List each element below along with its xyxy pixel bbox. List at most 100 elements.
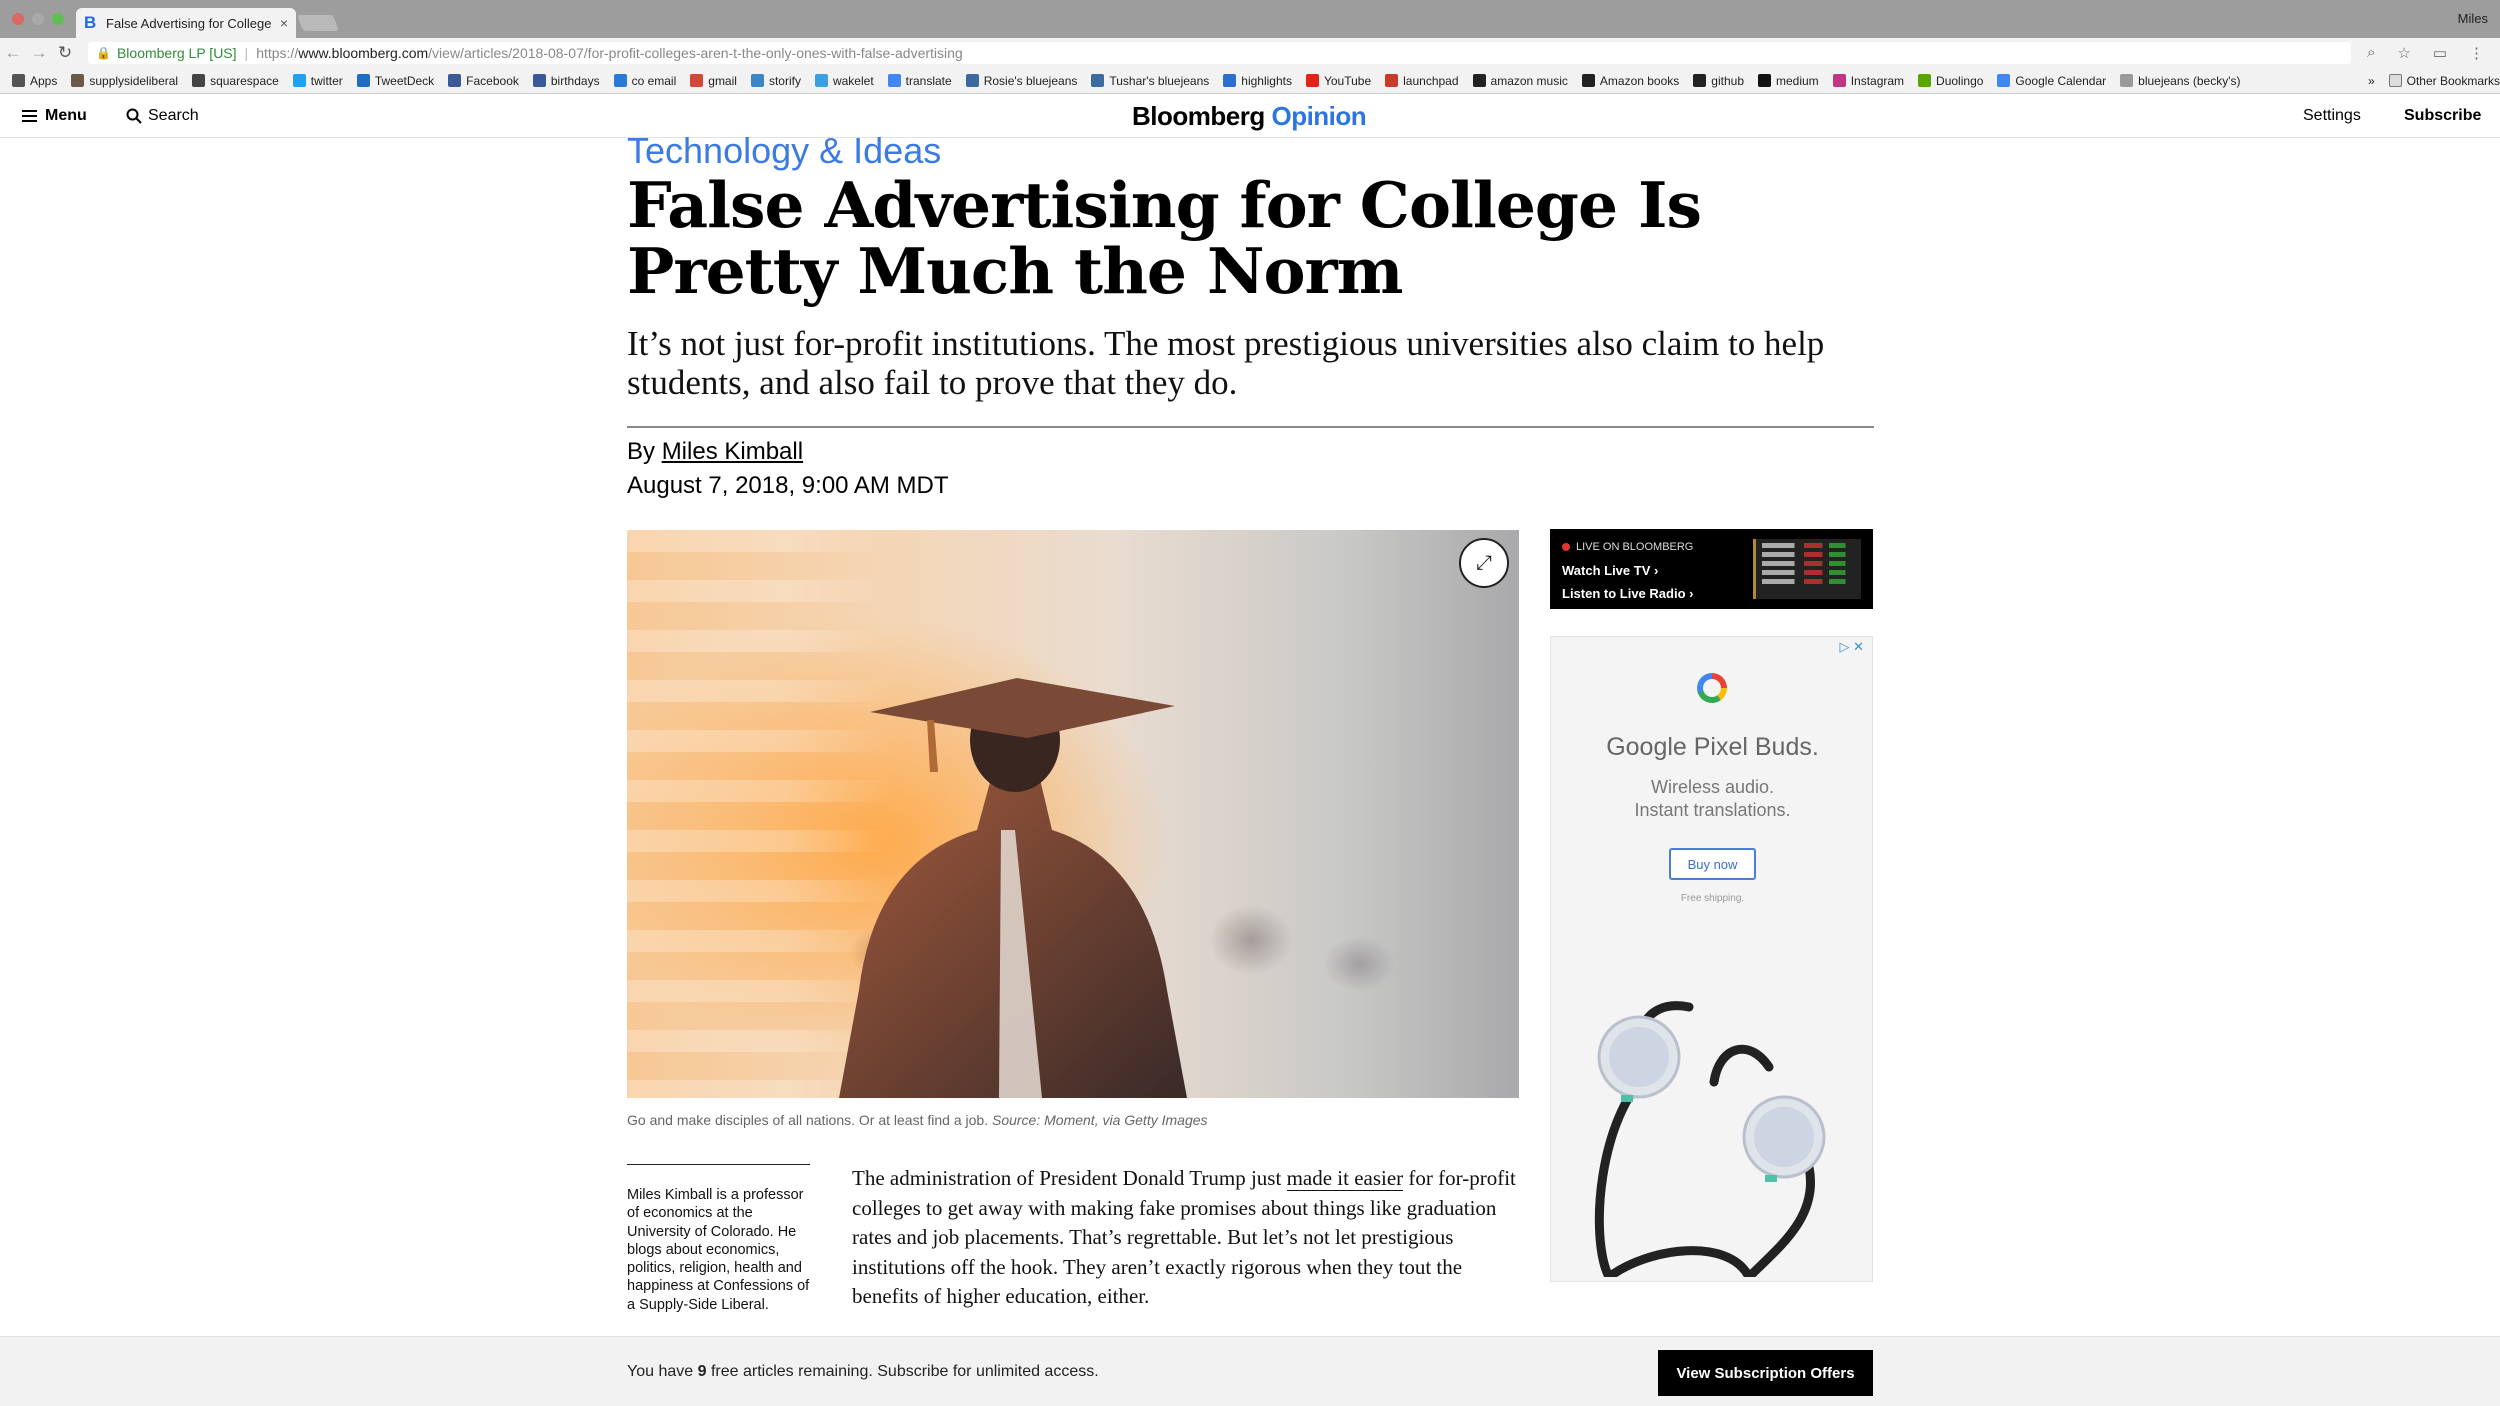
section-label[interactable]: Technology & Ideas — [627, 130, 941, 172]
logo-bloomberg: Bloomberg — [1132, 101, 1265, 131]
bookmark-item[interactable]: birthdays — [532, 74, 600, 88]
ad-subtitle-1: Wireless audio. — [1650, 777, 1775, 797]
advertisement[interactable]: ▷ ✕ Google Pixel Buds. Wireless audio. I… — [1550, 636, 1873, 1282]
bookmark-item[interactable]: gmail — [690, 74, 737, 88]
bookmark-favicon-icon — [12, 74, 25, 87]
menu-button[interactable]: Menu — [22, 107, 87, 125]
bookmark-item[interactable]: launchpad — [1385, 74, 1459, 88]
bookmark-label: squarespace — [210, 73, 279, 88]
site-identity-label: Bloomberg LP [US] — [116, 45, 237, 61]
more-menu-icon[interactable]: ⋮ — [2469, 44, 2484, 62]
caption-source: Source: Moment, via Getty Images — [991, 1112, 1208, 1128]
expand-image-icon[interactable]: ⤢ — [1459, 538, 1509, 588]
free-articles-count: 9 — [697, 1363, 707, 1380]
ad-subtitle-2: Instant translations. — [1634, 800, 1791, 820]
search-icon — [126, 108, 142, 124]
minimize-window-button[interactable] — [32, 13, 44, 25]
author-link[interactable]: Miles Kimball — [662, 438, 803, 465]
bookmark-favicon-icon — [1305, 74, 1319, 87]
back-arrow-icon[interactable]: ← — [0, 43, 26, 63]
watch-live-tv-label: Watch Live TV — [1562, 563, 1651, 578]
hero-image: ⤢ — [627, 530, 1519, 1098]
extension-icon[interactable]: ▭ — [2433, 44, 2447, 62]
bookmark-item[interactable]: Google Calendar — [1997, 74, 2106, 88]
bookmark-item[interactable]: storify — [750, 73, 801, 88]
bookmark-item[interactable]: highlights — [1223, 74, 1292, 88]
bookmark-item[interactable]: Instagram — [1832, 73, 1905, 88]
bookmark-item[interactable]: supplysideliberal — [71, 74, 178, 88]
bookmark-item[interactable]: Rosie's bluejeans — [965, 73, 1078, 88]
zoom-icon[interactable]: ⌕ — [2367, 44, 2375, 62]
live-tv-thumbnail[interactable] — [1753, 539, 1861, 599]
browser-titlebar: B False Advertising for College Is × Mil… — [0, 0, 2500, 38]
bookmark-item[interactable]: TweetDeck — [356, 74, 434, 88]
bookmarks-bar: Apps supplysideliberal squarespace twitter T… — [0, 68, 2500, 94]
author-bio: Miles Kimball is a professor of economic… — [627, 1187, 810, 1313]
paywall-message: You have 9 free articles remaining. Subs… — [627, 1363, 1099, 1381]
paywall-text-before: You have — [627, 1363, 694, 1380]
google-logo-icon — [1697, 673, 1727, 703]
settings-link[interactable]: Settings — [2303, 107, 2361, 125]
bookmark-item[interactable]: github — [1693, 74, 1744, 88]
bookmark-favicon-icon — [292, 74, 306, 87]
body-text-start: The administration of President Donald T… — [852, 1166, 1282, 1190]
browser-tab-active[interactable]: B False Advertising for College Is × — [76, 8, 296, 38]
bookmark-item[interactable]: Facebook — [448, 74, 519, 88]
bookmark-label: co email — [631, 73, 677, 88]
adchoices-icon[interactable]: ▷ ✕ — [1839, 639, 1864, 655]
bookmark-item[interactable]: Amazon books — [1581, 74, 1679, 88]
bookmark-label: Rosie's bluejeans — [983, 73, 1078, 88]
bookmark-item[interactable]: YouTube — [1305, 74, 1371, 88]
bookmark-item[interactable]: Duolingo — [1918, 74, 1983, 88]
image-caption: Go and make disciples of all nations. Or… — [627, 1112, 1208, 1128]
paywall-banner: You have 9 free articles remaining. Subs… — [0, 1336, 2500, 1406]
made-it-easier-link[interactable]: made it easier — [1286, 1166, 1404, 1191]
bookmark-item[interactable]: squarespace — [192, 74, 279, 88]
zoom-window-button[interactable] — [52, 13, 64, 25]
watch-live-tv-link[interactable]: Watch Live TV › — [1562, 563, 1658, 578]
bookmark-item[interactable]: translate — [887, 74, 952, 88]
new-tab-button[interactable] — [297, 15, 339, 31]
bookmark-favicon-icon — [1091, 74, 1105, 87]
bookmark-item[interactable]: wakelet — [814, 74, 874, 88]
bookmark-label: amazon music — [1490, 73, 1568, 88]
close-window-button[interactable] — [12, 13, 24, 25]
url-scheme: https:// — [256, 45, 299, 61]
bloomberg-opinion-logo[interactable]: Bloomberg Opinion — [1132, 101, 1367, 132]
bookmark-label: Duolingo — [1936, 73, 1984, 88]
other-bookmarks-folder[interactable]: Other Bookmarks — [2388, 74, 2500, 88]
bookmark-favicon-icon — [1997, 74, 2011, 87]
url-path: /view/articles/2018-08-07/for-profit-col… — [428, 45, 963, 61]
lock-icon: 🔒 — [96, 46, 111, 60]
bookmark-item[interactable]: amazon music — [1472, 73, 1568, 88]
search-button[interactable]: Search — [126, 107, 199, 125]
reload-icon[interactable]: ↻ — [52, 43, 78, 63]
bookmark-label: storify — [768, 73, 801, 88]
url-bar[interactable]: 🔒 Bloomberg LP [US] | https://www.bloomb… — [88, 42, 2351, 64]
article-headline: False Advertising for College Is Pretty … — [627, 168, 1702, 308]
ad-buy-now-button[interactable]: Buy now — [1669, 848, 1756, 880]
bookmark-favicon-icon — [448, 74, 462, 87]
subscribe-link[interactable]: Subscribe — [2404, 107, 2481, 125]
article-dek: It’s not just for-profit institutions. T… — [627, 324, 1825, 402]
paywall-text-after: free articles remaining. Subscribe for u… — [710, 1363, 1099, 1380]
bookmark-favicon-icon — [1918, 74, 1932, 87]
profile-name[interactable]: Miles — [2458, 11, 2488, 26]
url-separator: | — [244, 45, 249, 61]
bookmark-label: Instagram — [1850, 73, 1905, 88]
bookmark-item[interactable]: medium — [1758, 74, 1819, 88]
tab-close-icon[interactable]: × — [280, 15, 288, 31]
forward-arrow-icon[interactable]: → — [26, 43, 52, 63]
bookmark-item[interactable]: bluejeans (becky's) — [2120, 74, 2241, 88]
view-subscription-offers-button[interactable]: View Subscription Offers — [1658, 1350, 1873, 1396]
bookmark-star-icon[interactable]: ☆ — [2397, 44, 2410, 62]
bookmark-item[interactable]: twitter — [292, 74, 343, 88]
bookmarks-overflow-button[interactable]: » — [2368, 74, 2375, 88]
live-label: LIVE ON BLOOMBERG — [1562, 541, 1693, 553]
bookmark-item[interactable]: Apps — [12, 74, 57, 88]
bookmark-favicon-icon — [71, 74, 85, 87]
bookmark-item[interactable]: Tushar's bluejeans — [1091, 74, 1209, 88]
byline: By Miles Kimball — [627, 438, 803, 466]
listen-live-radio-link[interactable]: Listen to Live Radio › — [1562, 586, 1693, 601]
bookmark-item[interactable]: co email — [613, 73, 677, 88]
